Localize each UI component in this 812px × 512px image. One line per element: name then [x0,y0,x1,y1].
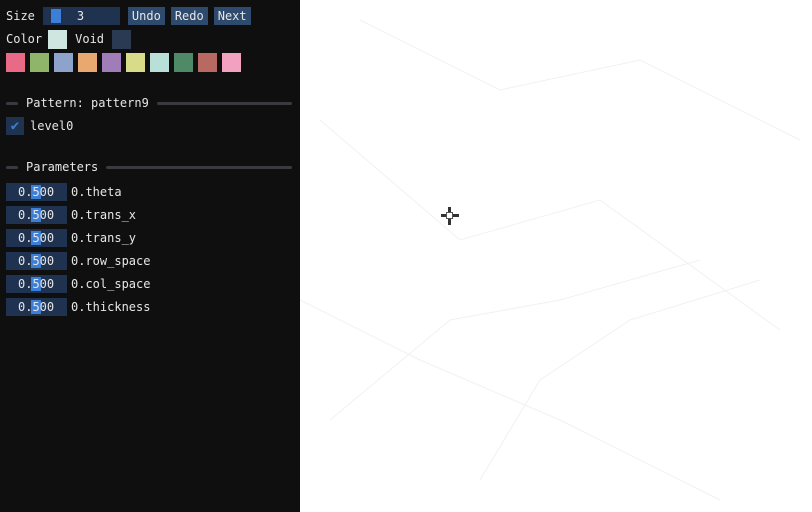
parameter-row: 0.500 0.col_space [6,275,150,293]
undo-button[interactable]: Undo [127,7,165,25]
level-checkbox[interactable]: ✔ [6,117,24,135]
parameter-label: 0.theta [71,185,122,199]
parameter-value: 0.500 [18,300,55,314]
parameter-value: 0.500 [18,208,55,222]
pattern-canvas[interactable] [300,0,812,512]
parameter-row: 0.500 0.trans_y [6,229,136,247]
parameter-slider[interactable]: 0.500 [6,252,67,270]
size-row: Size 3 Undo Redo Next [6,7,251,25]
palette-swatch[interactable] [78,53,97,72]
palette-swatch[interactable] [222,53,241,72]
control-panel: Size 3 Undo Redo Next Color Void Pattern… [0,0,300,512]
parameter-label: 0.thickness [71,300,151,314]
parameter-row: 0.500 0.row_space [6,252,150,270]
color-row: Color Void [6,29,136,49]
parameters-title: Parameters [26,160,99,174]
palette-swatch[interactable] [198,53,217,72]
level-label: level0 [30,119,74,133]
parameter-label: 0.trans_x [71,208,137,222]
parameter-label: 0.trans_y [71,231,137,245]
void-label: Void [75,32,105,46]
parameter-slider[interactable]: 0.500 [6,275,67,293]
void-swatch[interactable] [112,29,132,49]
faint-pattern-lines [300,19,801,501]
parameter-label: 0.col_space [71,277,151,291]
parameter-value: 0.500 [18,277,55,291]
move-cursor-icon [440,206,460,226]
checkmark-icon: ✔ [10,118,20,134]
parameter-slider[interactable]: 0.500 [6,206,67,224]
palette-swatch[interactable] [6,53,25,72]
size-slider[interactable]: 3 [42,7,120,25]
palette-swatch[interactable] [150,53,169,72]
color-palette [6,53,246,72]
parameter-slider[interactable]: 0.500 [6,298,67,316]
pattern-title: Pattern: pattern9 [26,96,149,110]
palette-swatch[interactable] [30,53,49,72]
next-button[interactable]: Next [213,7,251,25]
pattern-separator: Pattern: pattern9 [6,96,292,110]
palette-swatch[interactable] [102,53,121,72]
color-label: Color [6,32,43,46]
parameter-row: 0.500 0.thickness [6,298,150,316]
color-swatch[interactable] [48,29,68,49]
palette-swatch[interactable] [126,53,145,72]
level-row: ✔ level0 [6,117,73,135]
parameter-label: 0.row_space [71,254,151,268]
parameters-separator: Parameters [6,160,292,174]
parameter-slider[interactable]: 0.500 [6,229,67,247]
parameter-row: 0.500 0.theta [6,183,122,201]
parameter-value: 0.500 [18,185,55,199]
palette-swatch[interactable] [174,53,193,72]
parameter-value: 0.500 [18,231,55,245]
size-label: Size [6,9,35,23]
size-value: 3 [76,9,85,23]
redo-button[interactable]: Redo [170,7,208,25]
size-slider-grab[interactable] [50,9,61,23]
parameter-row: 0.500 0.trans_x [6,206,136,224]
parameter-value: 0.500 [18,254,55,268]
parameter-slider[interactable]: 0.500 [6,183,67,201]
palette-swatch[interactable] [54,53,73,72]
